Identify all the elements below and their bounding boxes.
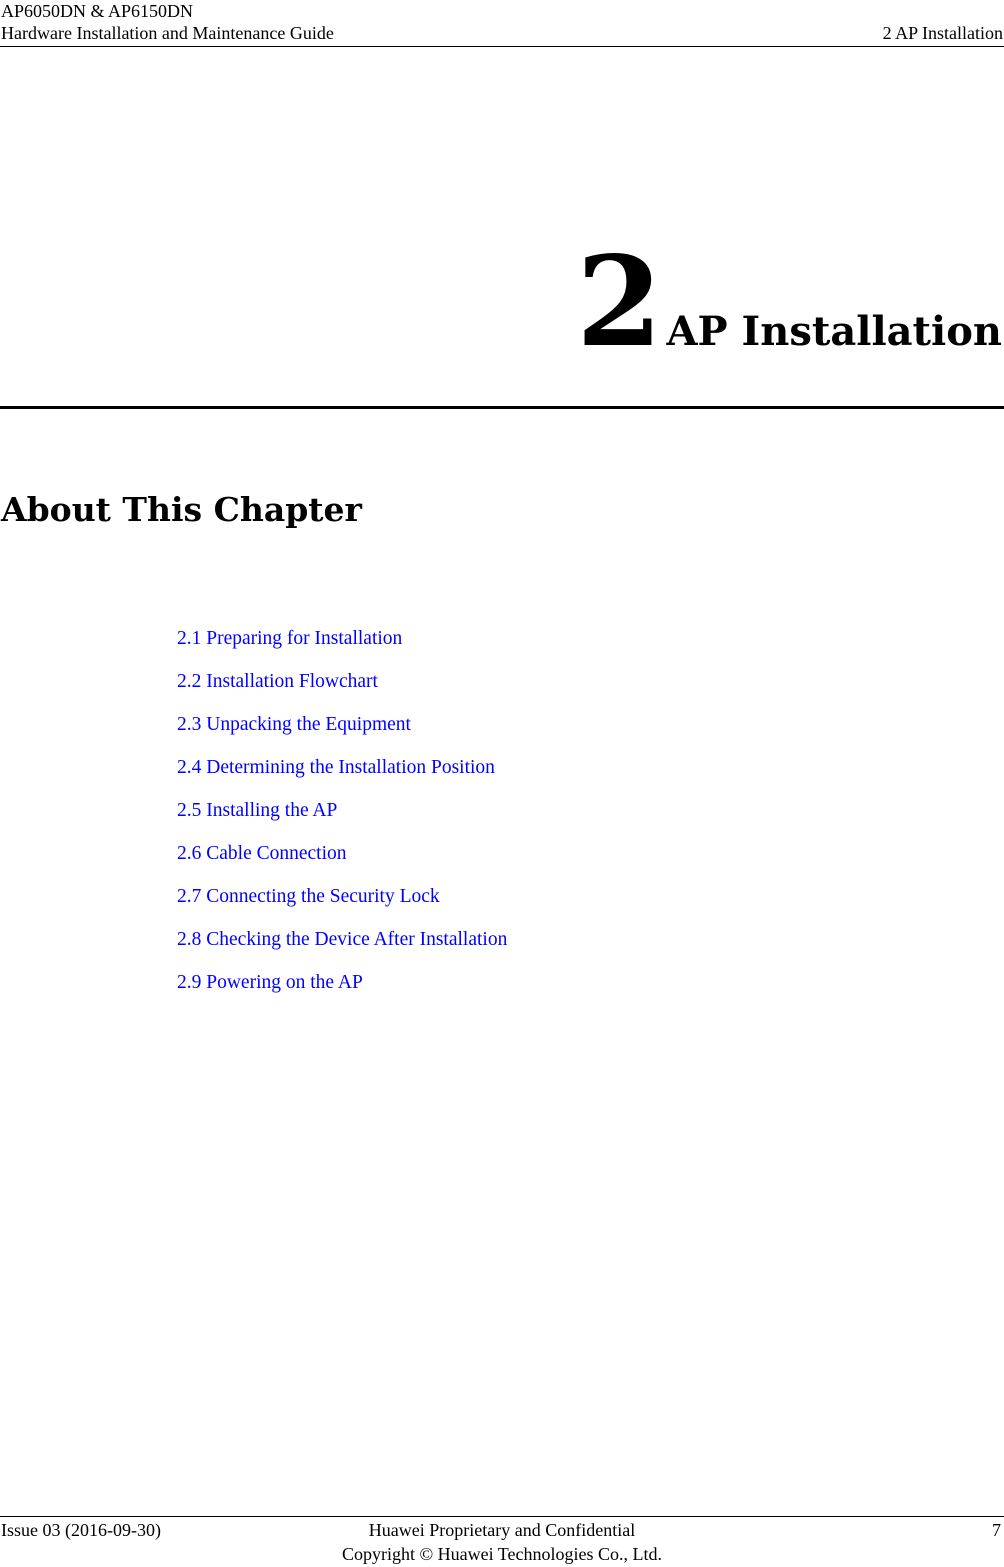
toc-link-2-7[interactable]: 2.7 Connecting the Security Lock — [177, 886, 440, 907]
footer-legal: Huawei Proprietary and Confidential Copy… — [0, 1518, 1004, 1566]
header-guide-title: Hardware Installation and Maintenance Gu… — [1, 23, 334, 43]
chapter-number: 2 — [576, 230, 662, 375]
page-header: AP6050DN & AP6150DN Hardware Installatio… — [0, 0, 1004, 47]
toc-item: 2.6 Cable Connection — [177, 841, 507, 884]
toc-link-2-5[interactable]: 2.5 Installing the AP — [177, 800, 337, 821]
header-document-info: AP6050DN & AP6150DN Hardware Installatio… — [1, 0, 334, 44]
toc-link-2-3[interactable]: 2.3 Unpacking the Equipment — [177, 714, 411, 735]
toc-link-2-2[interactable]: 2.2 Installation Flowchart — [177, 671, 378, 692]
page-footer: Issue 03 (2016-09-30) Huawei Proprietary… — [0, 1516, 1004, 1567]
footer-page-number: 7 — [992, 1520, 1001, 1540]
chapter-name: AP Installation — [666, 308, 1003, 355]
toc-item: 2.8 Checking the Device After Installati… — [177, 927, 507, 970]
toc-item: 2.4 Determining the Installation Positio… — [177, 755, 507, 798]
chapter-title: 2 AP Installation — [576, 238, 1002, 368]
about-chapter-heading: About This Chapter — [1, 490, 362, 529]
header-product-name: AP6050DN & AP6150DN — [1, 1, 194, 21]
toc-link-2-4[interactable]: 2.4 Determining the Installation Positio… — [177, 757, 495, 778]
chapter-toc: 2.1 Preparing for Installation 2.2 Insta… — [177, 626, 507, 1013]
toc-item: 2.7 Connecting the Security Lock — [177, 884, 507, 927]
toc-link-2-1[interactable]: 2.1 Preparing for Installation — [177, 628, 402, 649]
header-chapter-ref: 2 AP Installation — [882, 23, 1003, 43]
toc-link-2-6[interactable]: 2.6 Cable Connection — [177, 843, 347, 864]
toc-link-2-9[interactable]: 2.9 Powering on the AP — [177, 972, 363, 993]
toc-item: 2.9 Powering on the AP — [177, 970, 507, 1013]
toc-item: 2.3 Unpacking the Equipment — [177, 712, 507, 755]
toc-link-2-8[interactable]: 2.8 Checking the Device After Installati… — [177, 929, 507, 950]
toc-item: 2.2 Installation Flowchart — [177, 669, 507, 712]
footer-copyright: Copyright © Huawei Technologies Co., Ltd… — [341, 1544, 663, 1564]
chapter-title-rule — [0, 406, 1004, 409]
toc-item: 2.5 Installing the AP — [177, 798, 507, 841]
toc-item: 2.1 Preparing for Installation — [177, 626, 507, 669]
footer-confidential: Huawei Proprietary and Confidential — [368, 1520, 636, 1540]
